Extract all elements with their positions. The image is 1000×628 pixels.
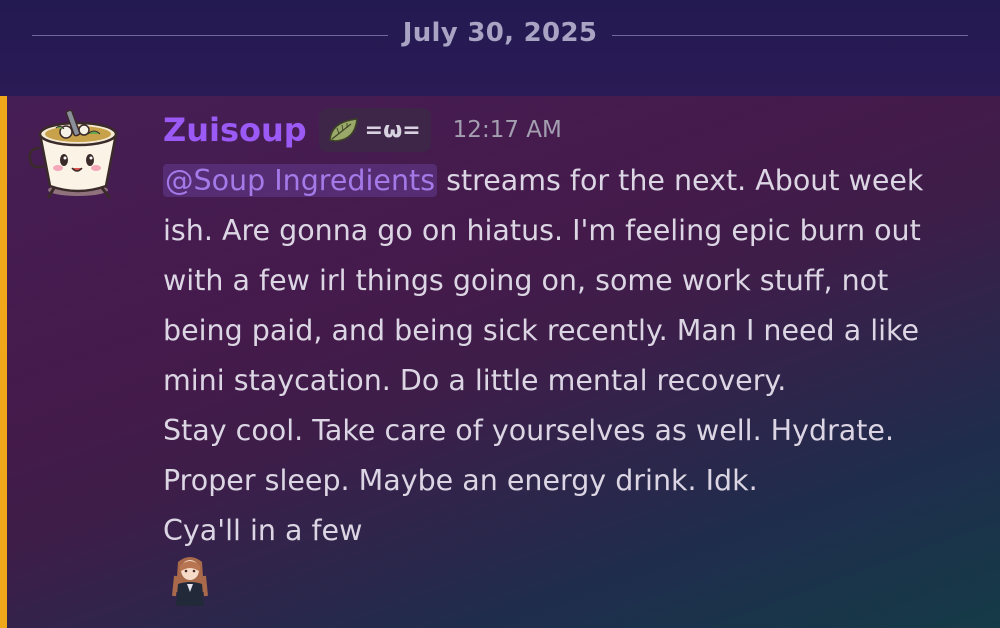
message-line: being paid, and being sick recently. Man… bbox=[163, 314, 920, 347]
divider-line-left bbox=[32, 35, 388, 36]
divider-line-right bbox=[612, 35, 968, 36]
message-line: @Soup Ingredients streams for the next. … bbox=[163, 156, 983, 206]
role-mention[interactable]: @Soup Ingredients bbox=[163, 164, 438, 197]
date-label: July 30, 2025 bbox=[402, 18, 598, 48]
leaf-icon bbox=[328, 118, 358, 142]
avatar[interactable] bbox=[26, 104, 130, 200]
mention-highlight-bar bbox=[0, 96, 7, 628]
message-header: Zuisoup =ω= 12:17 AM bbox=[163, 108, 562, 152]
message-text: streams for the next. About week bbox=[437, 164, 924, 197]
message[interactable]: Zuisoup =ω= 12:17 AM @Soup Ingredients s… bbox=[0, 96, 1000, 628]
message-content: @Soup Ingredients streams for the next. … bbox=[163, 156, 983, 556]
message-line: Proper sleep. Maybe an energy drink. Idk… bbox=[163, 464, 758, 497]
anime-girl-emoji[interactable] bbox=[170, 552, 210, 608]
role-tag[interactable]: =ω= bbox=[318, 108, 431, 152]
message-line: Cya'll in a few bbox=[163, 514, 363, 547]
username[interactable]: Zuisoup bbox=[163, 111, 307, 149]
message-line: mini staycation. Do a little mental reco… bbox=[163, 364, 787, 397]
message-line: with a few irl things going on, some wor… bbox=[163, 264, 889, 297]
timestamp[interactable]: 12:17 AM bbox=[453, 117, 562, 143]
role-tag-label: =ω= bbox=[364, 117, 421, 143]
date-divider: July 30, 2025 bbox=[0, 0, 1000, 96]
message-line: Stay cool. Take care of yourselves as we… bbox=[163, 414, 895, 447]
message-line: ish. Are gonna go on hiatus. I'm feeling… bbox=[163, 214, 921, 247]
